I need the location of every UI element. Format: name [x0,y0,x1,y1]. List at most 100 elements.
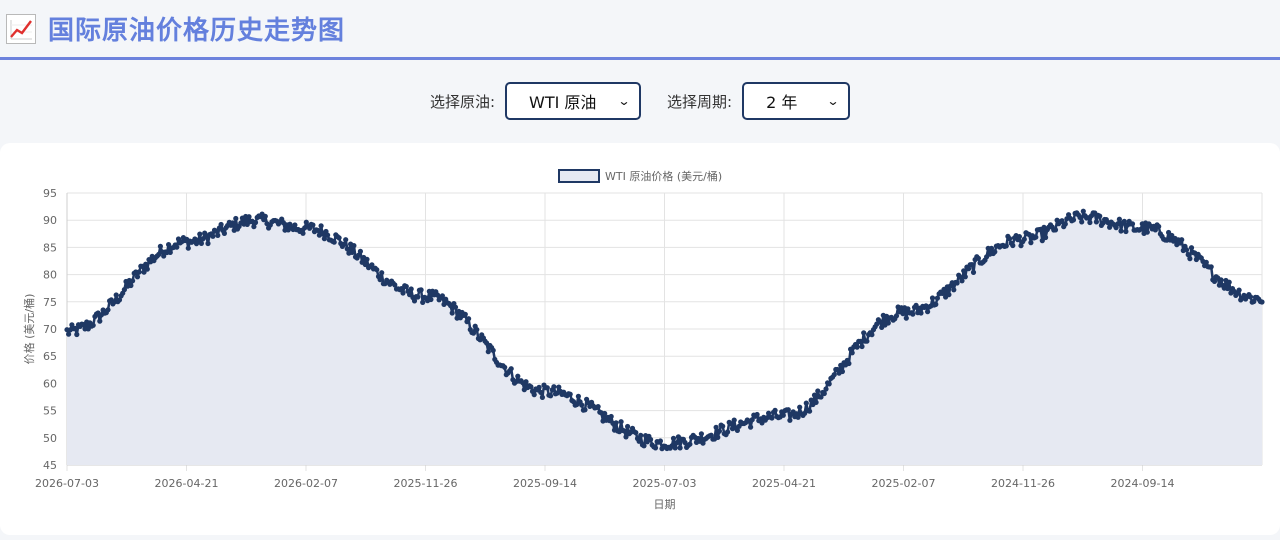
data-point [1062,221,1068,227]
data-point [621,428,627,434]
data-point [625,423,631,430]
x-tick-label: 2026-02-07 [274,477,338,490]
data-point [1097,213,1103,219]
data-point [531,392,537,398]
data-point [1179,237,1185,243]
data-point [811,392,818,398]
data-point [508,366,514,372]
data-point [720,423,726,429]
legend-label[interactable]: WTI 原油价格 (美元/桶) [605,169,722,183]
data-point [485,349,491,355]
data-point [1218,277,1224,283]
x-tick-label: 2025-09-14 [513,477,577,490]
x-tick-label: 2025-02-07 [872,477,936,490]
data-point [579,402,585,408]
data-point [859,343,865,350]
data-point [861,330,867,336]
data-point [969,262,975,268]
data-point [975,255,982,261]
data-point [466,316,472,322]
data-point [1115,221,1121,227]
data-point [462,311,468,317]
data-point [130,278,136,284]
data-point [641,443,647,449]
y-tick-label: 45 [43,459,57,472]
data-point [769,415,775,421]
period-select[interactable]: 2 年 ⌄ [742,82,851,120]
y-tick-label: 65 [43,350,57,363]
data-point [815,388,821,394]
data-point [970,269,977,275]
data-point [90,322,96,328]
data-point [1226,279,1232,285]
data-point [452,304,459,310]
data-point [143,261,149,267]
data-point [877,319,883,325]
data-point [962,274,968,280]
data-point [933,301,939,307]
data-point [205,240,211,247]
data-point [575,393,582,399]
data-point [523,379,529,385]
x-tick-label: 2026-04-21 [155,477,219,490]
data-point [780,412,786,418]
x-tick-label: 2025-07-03 [633,477,697,490]
y-tick-label: 55 [43,405,57,418]
data-point [336,235,342,241]
x-axis-title: 日期 [654,498,676,511]
data-point [954,280,960,286]
data-point [230,220,236,226]
data-point [903,315,909,321]
data-point [538,389,544,395]
data-point [1070,217,1077,223]
data-point [992,249,998,255]
data-point [74,331,80,338]
data-point [1129,221,1136,227]
legend-swatch[interactable] [558,169,600,183]
data-point [544,385,550,391]
data-point [823,386,829,392]
data-point [1007,236,1013,242]
data-point [716,428,723,434]
data-point [864,338,870,344]
data-point [210,233,216,239]
data-point [536,384,542,390]
oil-select[interactable]: WTI 原油 ⌄ [505,82,641,120]
data-point [657,438,664,444]
data-point [1080,208,1086,214]
y-tick-label: 60 [43,377,57,390]
data-point [134,274,141,280]
data-point [1184,247,1190,253]
data-point [1247,294,1254,300]
data-point [252,219,259,226]
data-point [157,243,163,249]
data-point [215,232,221,238]
data-point [1144,229,1150,235]
data-point [959,278,965,284]
data-point [197,231,203,237]
data-point [551,384,557,390]
y-tick-label: 75 [43,296,57,309]
data-point [374,267,380,273]
price-chart: 45 50 55 60 65 70 75 80 85 90 95 2026-07-03 2026-04-… [22,169,1265,511]
y-tick-label: 90 [43,214,57,227]
data-point [687,441,693,447]
data-point [97,318,103,324]
y-tick-label: 95 [43,187,57,200]
data-point [951,287,957,293]
data-point [803,400,809,406]
x-tick-label: 2024-09-14 [1111,477,1175,490]
data-point [218,221,224,228]
data-point [420,299,426,305]
data-point [400,290,406,296]
page-header: 国际原油价格历史走势图 [0,0,1280,60]
data-point [1003,243,1009,249]
data-point [652,445,659,451]
data-point [408,286,414,292]
data-point [910,311,916,317]
data-point [528,384,534,390]
y-tick-label: 80 [43,269,57,282]
data-point [144,266,150,272]
oil-select-label: 选择原油: [429,92,495,111]
data-point [839,368,846,375]
